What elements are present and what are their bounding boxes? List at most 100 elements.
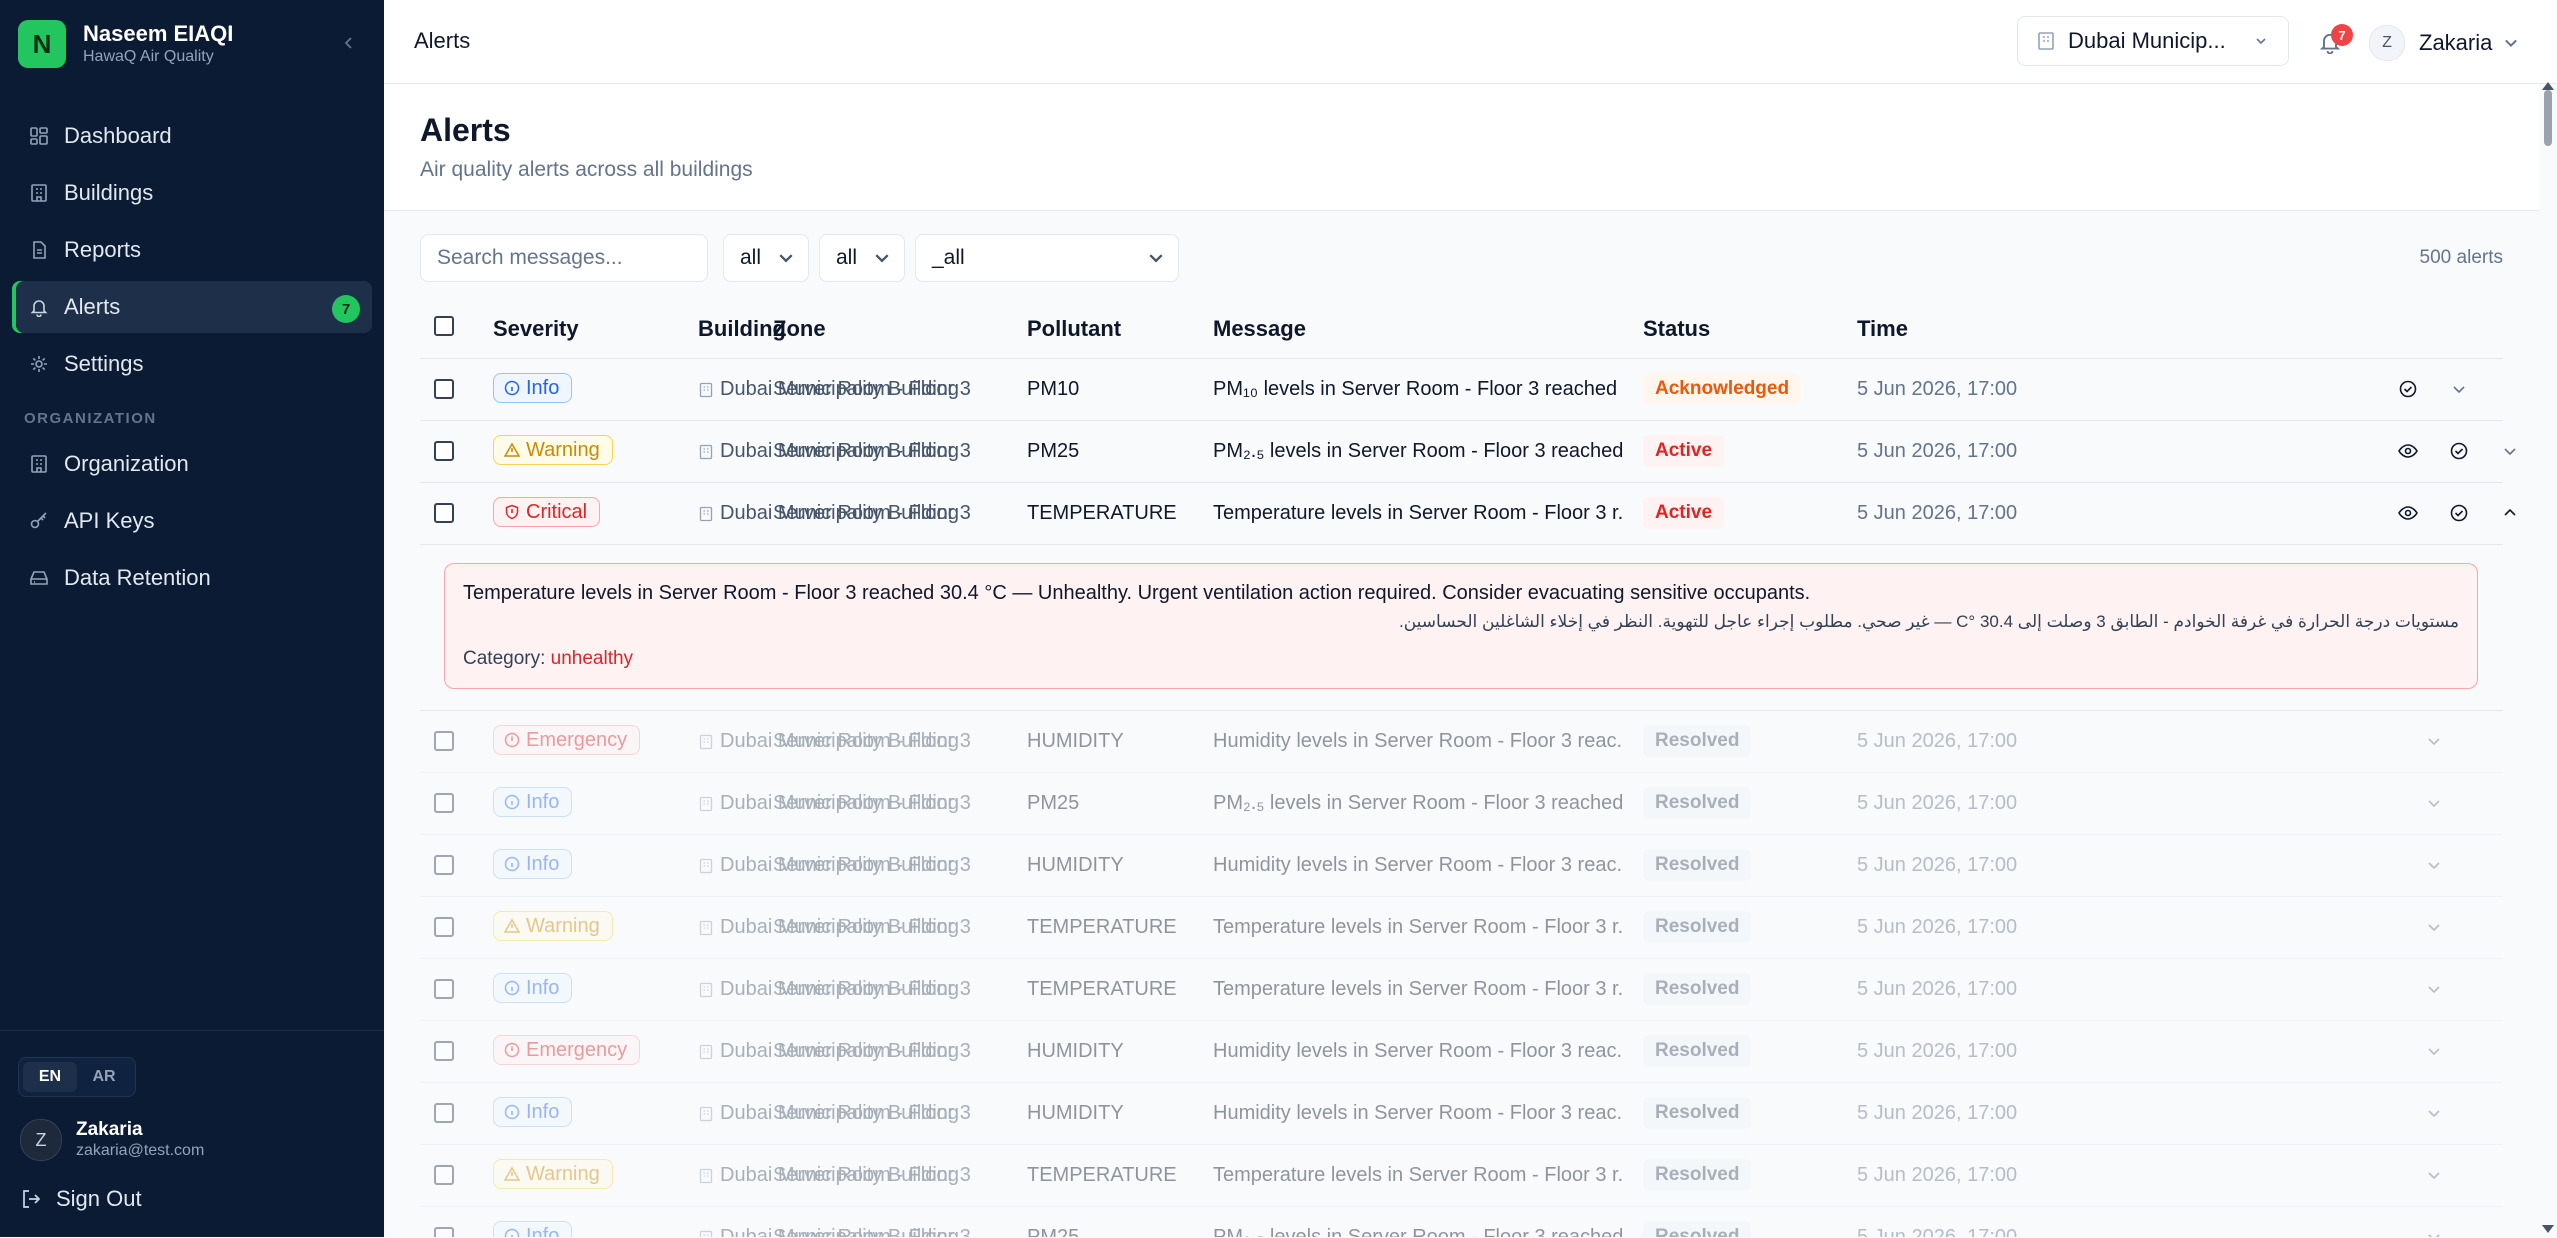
table-row[interactable]: Warning Dubai Municipality Building Serv… <box>420 421 2516 483</box>
chevron-down-icon[interactable] <box>2423 1226 2445 1237</box>
table-row[interactable]: Info Dubai Municipality Building Server … <box>420 773 2503 835</box>
row-checkbox[interactable] <box>434 1103 454 1123</box>
chevron-down-icon[interactable] <box>2423 1102 2445 1124</box>
header-zone[interactable]: Zone <box>773 316 826 342</box>
vertical-scrollbar[interactable] <box>2539 82 2557 1237</box>
sidebar-item-reports[interactable]: Reports <box>12 224 372 276</box>
zone-cell: Server Room - Floor 3 <box>773 1226 971 1237</box>
header-time[interactable]: Time <box>1857 316 1908 342</box>
row-checkbox[interactable] <box>434 917 454 937</box>
scroll-up-arrow[interactable] <box>2542 82 2554 90</box>
message-cell: Humidity levels in Server Room - Floor 3… <box>1213 730 1623 752</box>
organization-select[interactable]: Dubai Municip... <box>2017 16 2289 66</box>
table-row[interactable]: Warning Dubai Municipality Building Serv… <box>420 897 2503 959</box>
info-circle-icon <box>504 794 520 810</box>
table-row[interactable]: Warning Dubai Municipality Building Serv… <box>420 1145 2503 1207</box>
table-row[interactable]: Emergency Dubai Municipality Building Se… <box>420 711 2503 773</box>
table-row[interactable]: Emergency Dubai Municipality Building Se… <box>420 1021 2503 1083</box>
header-severity[interactable]: Severity <box>493 316 579 342</box>
acknowledge-check-icon[interactable] <box>2448 440 2470 462</box>
type-filter-select[interactable]: _all <box>915 234 1179 282</box>
row-checkbox[interactable] <box>434 1227 454 1237</box>
table-row[interactable]: Info Dubai Municipality Building Server … <box>420 1207 2503 1237</box>
severity-filter-select[interactable]: all <box>723 234 809 282</box>
search-input[interactable] <box>420 234 708 282</box>
scrollbar-thumb[interactable] <box>2544 90 2552 146</box>
eye-icon[interactable] <box>2397 502 2419 524</box>
chevron-up-icon[interactable] <box>2499 502 2521 524</box>
row-checkbox[interactable] <box>434 503 454 523</box>
collapse-sidebar-button[interactable] <box>336 30 362 56</box>
zone-cell: Server Room - Floor 3 <box>773 440 971 462</box>
avatar: Z <box>20 1119 62 1161</box>
building-icon <box>699 858 713 873</box>
sidebar-item-dashboard[interactable]: Dashboard <box>12 110 372 162</box>
table-row[interactable]: Info Dubai Municipality Building Server … <box>420 959 2503 1021</box>
lang-ar-button[interactable]: AR <box>77 1062 131 1092</box>
shield-alert-icon <box>505 504 519 520</box>
row-checkbox[interactable] <box>434 379 454 399</box>
severity-label: Warning <box>526 438 600 461</box>
zone-cell: Server Room - Floor 3 <box>773 854 971 876</box>
pollutant-cell: TEMPERATURE <box>1027 916 1177 938</box>
message-cell: PM₂.₅ levels in Server Room - Floor 3 re… <box>1213 792 1623 814</box>
lang-en-button[interactable]: EN <box>23 1062 77 1092</box>
scroll-down-arrow[interactable] <box>2542 1225 2554 1233</box>
eye-icon[interactable] <box>2397 440 2419 462</box>
time-cell: 5 Jun 2026, 17:00 <box>1857 730 2018 752</box>
alerts-count-badge: 7 <box>332 295 360 323</box>
sidebar-item-organization[interactable]: Organization <box>12 438 372 490</box>
sidebar-item-label: Reports <box>64 237 142 262</box>
row-checkbox[interactable] <box>434 441 454 461</box>
severity-filter-value: all <box>740 246 762 269</box>
content-scroll-area[interactable]: Alerts Air quality alerts across all bui… <box>384 84 2539 1237</box>
chevron-down-icon[interactable] <box>2423 916 2445 938</box>
sidebar-item-alerts[interactable]: Alerts 7 <box>12 281 372 333</box>
header-message[interactable]: Message <box>1213 316 1306 342</box>
chevron-down-icon[interactable] <box>2423 792 2445 814</box>
header-status[interactable]: Status <box>1643 316 1710 342</box>
building-icon <box>699 1230 713 1237</box>
severity-badge: Info <box>493 373 573 403</box>
message-cell: PM₂.₅ levels in Server Room - Floor 3 re… <box>1213 1226 1623 1237</box>
building-icon <box>28 182 50 204</box>
row-checkbox[interactable] <box>434 1165 454 1185</box>
alert-details-category: Category: unhealthy <box>463 648 633 670</box>
select-all-checkbox[interactable] <box>434 316 454 336</box>
sign-out-icon <box>23 1190 41 1208</box>
sidebar-item-label: Organization <box>64 451 189 476</box>
severity-label: Info <box>526 376 560 399</box>
sidebar-item-data-retention[interactable]: Data Retention <box>12 552 372 604</box>
table-header: Severity Building Zone Pollutant Message… <box>420 296 2503 359</box>
sidebar-item-buildings[interactable]: Buildings <box>12 167 372 219</box>
table-row[interactable]: Info Dubai Municipality Building Server … <box>420 1083 2503 1145</box>
status-filter-select[interactable]: all <box>819 234 905 282</box>
sign-out-button[interactable]: Sign Out <box>20 1179 142 1219</box>
chevron-down-icon[interactable] <box>2499 440 2521 462</box>
chevron-down-icon[interactable] <box>2423 854 2445 876</box>
sidebar-item-api-keys[interactable]: API Keys <box>12 495 372 547</box>
acknowledge-check-icon[interactable] <box>2448 502 2470 524</box>
row-checkbox[interactable] <box>434 793 454 813</box>
chevron-down-icon[interactable] <box>2423 1164 2445 1186</box>
chevron-down-icon[interactable] <box>2423 978 2445 1000</box>
severity-label: Emergency <box>526 1038 628 1061</box>
chevron-down-icon[interactable] <box>2423 730 2445 752</box>
table-row[interactable]: Info Dubai Municipality Building Server … <box>420 359 2503 421</box>
row-checkbox[interactable] <box>434 979 454 999</box>
pollutant-cell: PM25 <box>1027 440 1080 462</box>
chevron-down-icon[interactable] <box>2423 1040 2445 1062</box>
table-row[interactable]: Info Dubai Municipality Building Server … <box>420 835 2503 897</box>
topbar-title: Alerts <box>414 28 471 53</box>
row-checkbox[interactable] <box>434 855 454 875</box>
header-pollutant[interactable]: Pollutant <box>1027 316 1121 342</box>
building-icon <box>699 920 713 935</box>
brand[interactable]: N Naseem EIAQI HawaQ Air Quality <box>18 20 233 68</box>
user-menu[interactable]: Z Zakaria <box>2369 25 2520 61</box>
row-checkbox[interactable] <box>434 731 454 751</box>
sidebar-item-settings[interactable]: Settings <box>12 338 372 390</box>
chevron-down-icon[interactable] <box>2448 378 2470 400</box>
acknowledge-check-icon[interactable] <box>2397 378 2419 400</box>
table-row[interactable]: Critical Dubai Municipality Building Ser… <box>420 483 2516 545</box>
row-checkbox[interactable] <box>434 1041 454 1061</box>
